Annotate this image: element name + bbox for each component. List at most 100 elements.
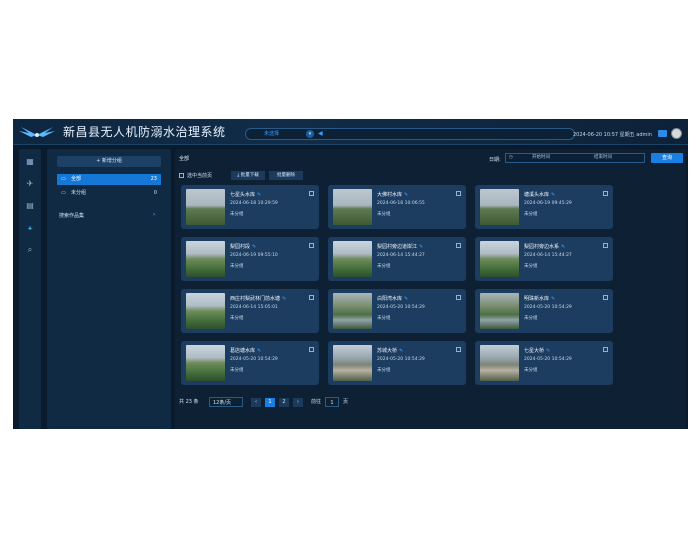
edit-icon[interactable]: ✎ [252,244,256,250]
thumbnail-image[interactable] [333,293,372,329]
edit-icon[interactable]: ✎ [546,348,550,354]
thumbnail-image[interactable] [333,241,372,277]
card-title: 七星大桥 [524,348,545,354]
date-range-picker[interactable]: ◷ 开始时间 结束时间 [505,153,645,163]
card-checkbox[interactable] [309,191,314,196]
checkbox-icon[interactable] [179,173,184,178]
card-title: 大佛村水库 [377,192,403,198]
edit-icon[interactable]: ✎ [257,348,261,354]
edit-icon[interactable]: ✎ [551,192,555,198]
search-result-link[interactable]: 搜索作品集 [59,212,84,219]
message-icon[interactable] [658,130,667,137]
drone-icon[interactable]: ✈ [25,179,35,188]
document-icon[interactable]: ▤ [25,201,35,210]
card-date: 2024-06-14 15:44:27 [524,253,572,258]
chevron-down-icon[interactable]: ▾ [306,130,314,138]
card-title-row: 大佛村水库 ✎ [377,191,408,198]
card-checkbox[interactable] [456,243,461,248]
share-icon[interactable]: ⚹ [25,223,35,232]
chevron-right-icon[interactable]: › [153,211,155,218]
card-checkbox[interactable] [456,347,461,352]
group-count: 0 [153,190,157,196]
edit-icon[interactable]: ✎ [561,244,565,250]
thumbnail-image[interactable] [333,345,372,381]
start-time-input[interactable]: 开始时间 [532,154,550,162]
edit-icon[interactable]: ✎ [404,296,408,302]
card-group: 未分组 [230,264,244,269]
thumbnail-image[interactable] [480,189,519,225]
card-title: 葛店塘水库 [230,348,256,354]
media-card[interactable]: 白阳湾水库 ✎ 2024-05-20 10:54:29 未分组 [328,289,466,333]
card-title-row: 苏城大桥 ✎ [377,347,403,354]
edit-icon[interactable]: ✎ [282,296,286,302]
media-card[interactable]: 苏城大桥 ✎ 2024-05-20 10:54:29 未分组 [328,341,466,385]
card-date: 2024-05-20 10:54:29 [230,357,278,362]
card-checkbox[interactable] [309,347,314,352]
nav-select[interactable]: 未选择 [264,129,279,139]
media-card[interactable]: 葛店塘水库 ✎ 2024-05-20 10:54:29 未分组 [181,341,319,385]
header-nav-bar[interactable]: 未选择 ▾ ◀ [245,128,575,140]
group-item-ungrouped[interactable]: ▭ 未分组 0 [57,188,161,199]
card-checkbox[interactable] [309,295,314,300]
next-page-button[interactable]: › [293,398,303,407]
media-card[interactable]: 塘溪头水库 ✎ 2024-06-19 09:45:29 未分组 [475,185,613,229]
card-checkbox[interactable] [603,347,608,352]
thumbnail-image[interactable] [186,241,225,277]
card-group: 未分组 [524,212,538,217]
select-page-label: 选中当前页 [187,173,213,179]
card-checkbox[interactable] [603,295,608,300]
batch-delete-button[interactable]: 批量删除 [269,171,303,180]
page-size-select[interactable]: 12条/页 [209,397,243,407]
edit-icon[interactable]: ✎ [404,192,408,198]
media-card[interactable]: 梨园村段 ✎ 2024-06-19 09:55:10 未分组 [181,237,319,281]
edit-icon[interactable]: ✎ [419,244,423,250]
end-time-input[interactable]: 结束时间 [594,154,612,162]
card-checkbox[interactable] [456,295,461,300]
edit-icon[interactable]: ✎ [399,348,403,354]
thumbnail-image[interactable] [186,345,225,381]
thumbnail-image[interactable] [480,241,519,277]
group-item-all[interactable]: ▭ 全部 23 [57,174,161,185]
thumbnail-image[interactable] [480,293,519,329]
thumbnail-image[interactable] [333,189,372,225]
card-date: 2024-05-20 10:54:29 [377,305,425,310]
dashboard-icon[interactable]: ▦ [25,157,35,166]
card-checkbox[interactable] [309,243,314,248]
query-button[interactable]: 查询 [651,153,683,163]
prev-page-button[interactable]: ‹ [251,398,261,407]
edit-icon[interactable]: ✎ [551,296,555,302]
arrow-right-icon[interactable]: ◀ [318,130,323,138]
edit-icon[interactable]: ✎ [257,192,261,198]
media-card[interactable]: 梨园村旁边道岸江 ✎ 2024-06-14 15:44:27 未分组 [328,237,466,281]
folder-icon: ▭ [61,190,66,196]
card-title: 七星头水库 [230,192,256,198]
media-card[interactable]: 明珠新水库 ✎ 2024-05-20 10:54:29 未分组 [475,289,613,333]
group-count: 23 [150,176,157,182]
thumbnail-image[interactable] [480,345,519,381]
media-card[interactable]: 梨园村旁边水系 ✎ 2024-06-14 15:44:27 未分组 [475,237,613,281]
goto-page-input[interactable]: 1 [325,397,339,407]
batch-download-button[interactable]: ⤓ 批量下载 [231,171,265,180]
media-card[interactable]: 大佛村水库 ✎ 2024-06-18 10:06:55 未分组 [328,185,466,229]
page-button-1[interactable]: 1 [265,398,275,407]
icon-rail: ▦ ✈ ▤ ⚹ ⌕ [19,149,41,429]
card-checkbox[interactable] [456,191,461,196]
search-icon[interactable]: ⌕ [25,245,35,254]
media-card[interactable]: 七星头水库 ✎ 2024-06-18 10:29:59 未分组 [181,185,319,229]
select-page-checkbox[interactable]: 选中当前页 [179,172,212,180]
add-group-button[interactable]: + 新增分组 [57,156,161,167]
thumbnail-image[interactable] [186,189,225,225]
page-button-2[interactable]: 2 [279,398,289,407]
card-checkbox[interactable] [603,191,608,196]
media-card[interactable]: 七星大桥 ✎ 2024-05-20 10:54:29 未分组 [475,341,613,385]
card-title-row: 葛店塘水库 ✎ [230,347,261,354]
card-group: 未分组 [230,316,244,321]
avatar[interactable] [671,128,682,139]
card-checkbox[interactable] [603,243,608,248]
media-card[interactable]: 西庄村梨武林门前水塘 ✎ 2024-06-14 15:05:01 未分组 [181,289,319,333]
card-group: 未分组 [377,368,391,373]
card-date: 2024-06-18 10:06:55 [377,201,425,206]
card-title: 梨园村旁边道岸江 [377,244,418,250]
group-name: 全部 [71,176,82,182]
thumbnail-image[interactable] [186,293,225,329]
